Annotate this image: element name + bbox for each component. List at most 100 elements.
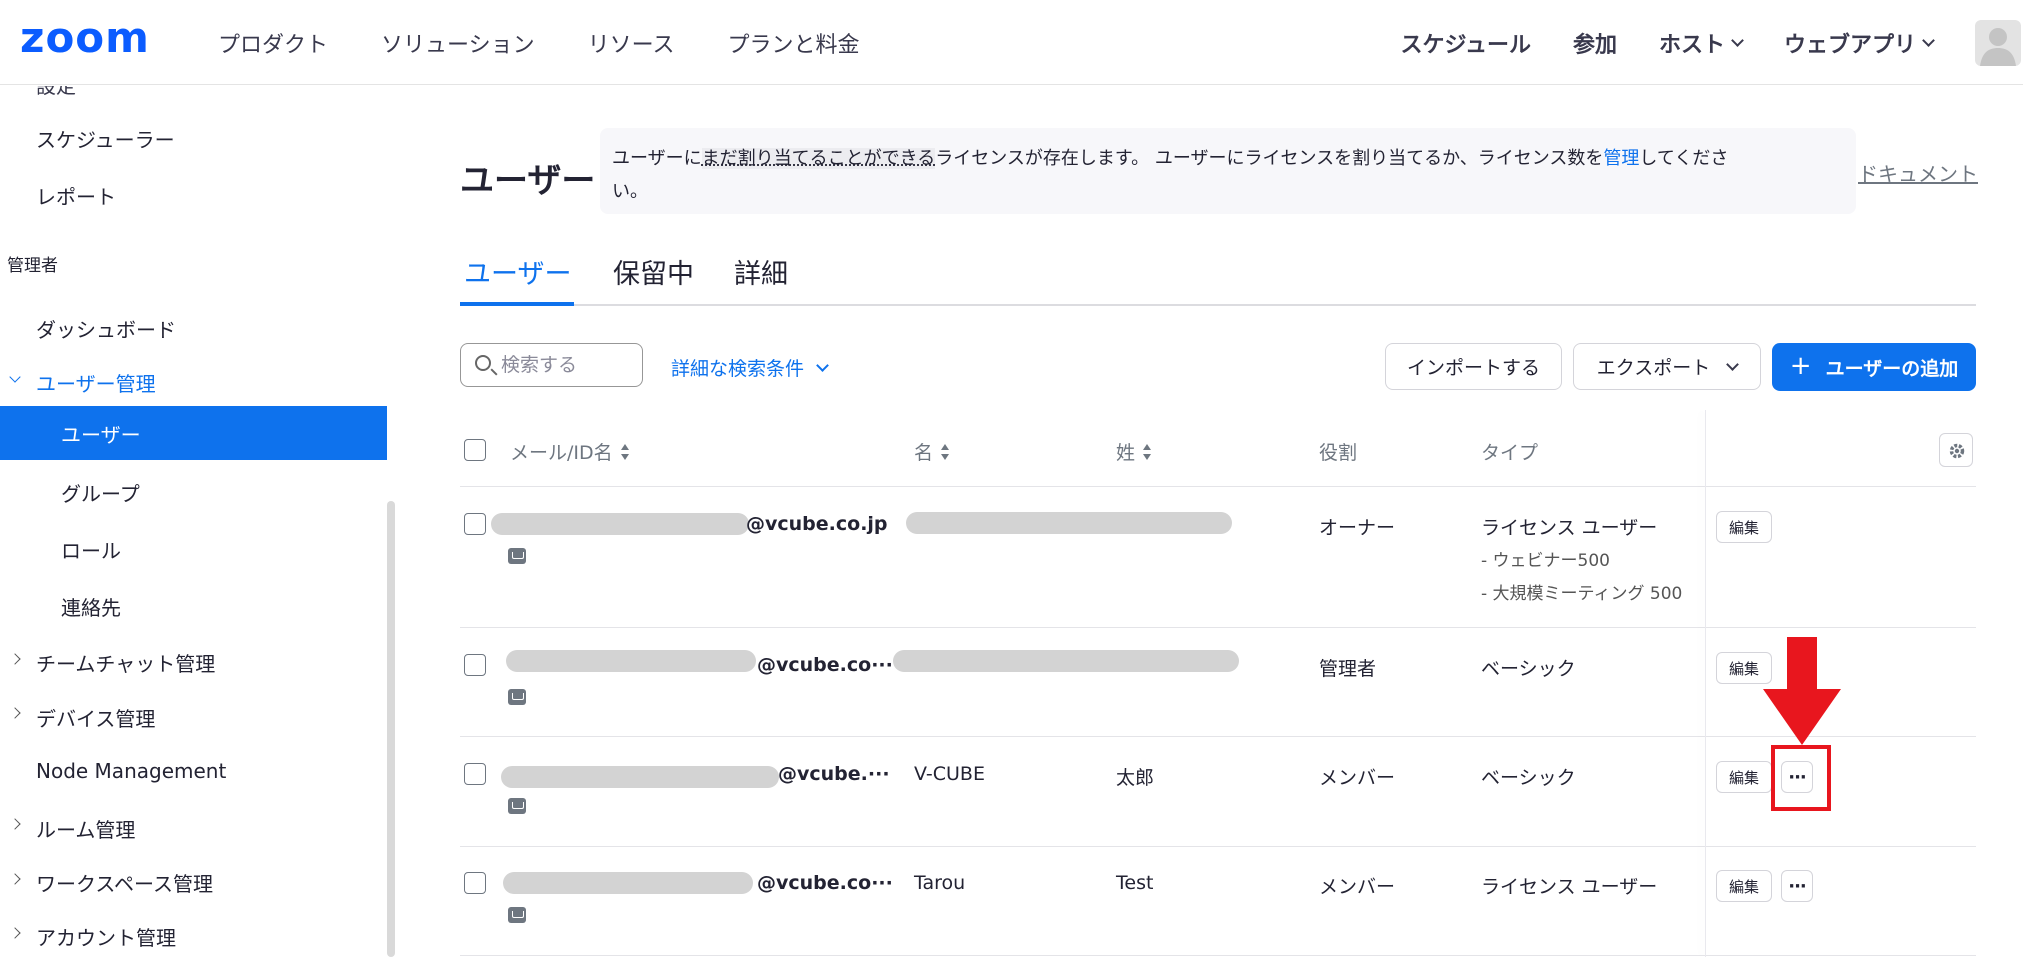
chevron-right-icon xyxy=(9,653,21,665)
chevron-down-icon xyxy=(1726,357,1740,371)
email-cell[interactable]: @vcube.··· xyxy=(778,763,890,785)
chevron-right-icon xyxy=(9,707,21,719)
more-options-button[interactable]: ··· xyxy=(1781,870,1813,902)
sidebar-item-groups[interactable]: グループ xyxy=(61,478,140,507)
sidebar-item-roles[interactable]: ロール xyxy=(61,535,121,564)
sidebar-item-workspaces[interactable]: ワークスペース管理 xyxy=(36,868,213,897)
role-cell: 管理者 xyxy=(1319,658,1377,680)
chevron-down-icon xyxy=(816,358,829,372)
sidebar: 設定 スケジューラー レポート 管理者 ダッシュボード ユーザー管理 ユーザー … xyxy=(0,86,396,957)
page-title: ユーザー xyxy=(460,161,596,201)
chevron-right-icon xyxy=(9,927,21,939)
row-checkbox[interactable] xyxy=(464,513,486,535)
first-name-cell: V-CUBE xyxy=(914,763,985,785)
redacted-email xyxy=(491,513,749,535)
sidebar-item-contacts[interactable]: 連絡先 xyxy=(61,592,121,621)
annotation-arrow-icon xyxy=(1763,637,1841,745)
select-all-checkbox[interactable] xyxy=(464,439,486,461)
sidebar-item-users[interactable]: ユーザー xyxy=(0,406,387,460)
nav-web-app[interactable]: ウェブアプリ xyxy=(1784,27,1935,59)
banner-manage-link[interactable]: 管理 xyxy=(1603,148,1639,169)
column-header-last-name[interactable]: 姓 xyxy=(1116,438,1152,465)
sidebar-item-reports[interactable]: レポート xyxy=(36,181,116,210)
avatar[interactable] xyxy=(1975,19,2021,66)
sidebar-item-team-chat[interactable]: チームチャット管理 xyxy=(36,648,215,677)
mail-icon xyxy=(508,798,526,814)
sidebar-item-dashboard[interactable]: ダッシュボード xyxy=(36,314,176,343)
sidebar-item-user-management[interactable]: ユーザー管理 xyxy=(36,368,156,397)
nav-resources[interactable]: リソース xyxy=(588,27,675,59)
import-button[interactable]: インポートする xyxy=(1385,343,1562,390)
type-cell: ベーシック xyxy=(1481,658,1576,680)
last-name-cell: Test xyxy=(1116,872,1154,894)
row-divider xyxy=(460,627,1976,628)
sidebar-item-scheduler[interactable]: スケジューラー xyxy=(36,124,175,153)
mail-icon xyxy=(508,689,526,705)
zoom-logo[interactable]: zoom xyxy=(20,18,170,60)
chevron-down-icon xyxy=(1731,33,1744,47)
users-table: メール/ID名 名 姓 役割 タイプ @vcube.co.jp オーナー ライセ… xyxy=(460,410,1976,957)
edit-button[interactable]: 編集 xyxy=(1716,761,1772,793)
column-header-email[interactable]: メール/ID名 xyxy=(510,438,629,465)
nav-solutions[interactable]: ソリューション xyxy=(381,27,535,59)
redacted-email xyxy=(506,650,756,672)
user-avatar-icon xyxy=(1980,27,2016,66)
nav-schedule[interactable]: スケジュール xyxy=(1400,27,1530,59)
nav-pricing[interactable]: プランと料金 xyxy=(727,27,859,59)
license-banner: ユーザーにまだ割り当てることができるライセンスが存在します。 ユーザーにライセン… xyxy=(600,128,1856,214)
add-user-button[interactable]: + ユーザーの追加 xyxy=(1772,343,1976,391)
chevron-right-icon xyxy=(9,818,21,830)
sidebar-item-node-management[interactable]: Node Management xyxy=(36,759,226,783)
last-name-cell: 太郎 xyxy=(1116,767,1155,789)
row-divider xyxy=(460,955,1976,956)
row-checkbox[interactable] xyxy=(464,763,486,785)
column-settings-button[interactable] xyxy=(1939,433,1973,467)
email-cell[interactable]: @vcube.co··· xyxy=(757,872,893,894)
role-cell: メンバー xyxy=(1319,876,1396,898)
tab-bar: ユーザー 保留中 詳細 xyxy=(460,240,1976,306)
column-header-first-name[interactable]: 名 xyxy=(914,438,950,465)
first-name-cell: Tarou xyxy=(914,872,966,894)
sort-icon xyxy=(620,443,629,460)
tab-advanced[interactable]: 詳細 xyxy=(734,252,788,291)
tab-users[interactable]: ユーザー xyxy=(464,252,571,291)
role-cell: オーナー xyxy=(1319,517,1396,539)
documentation-link[interactable]: ドキュメント xyxy=(1858,158,1978,187)
row-checkbox[interactable] xyxy=(464,654,486,676)
svg-text:zoom: zoom xyxy=(20,18,150,60)
edit-button[interactable]: 編集 xyxy=(1716,511,1772,543)
row-checkbox[interactable] xyxy=(464,872,486,894)
email-cell[interactable]: @vcube.co.jp xyxy=(746,513,888,535)
sidebar-item-devices[interactable]: デバイス管理 xyxy=(36,703,155,732)
sidebar-scrollbar[interactable] xyxy=(387,501,395,957)
tab-pending[interactable]: 保留中 xyxy=(613,252,694,291)
nav-join[interactable]: 参加 xyxy=(1573,27,1617,59)
type-cell: ベーシック xyxy=(1481,767,1576,789)
plus-icon: + xyxy=(1789,350,1812,381)
sidebar-item-settings[interactable]: 設定 xyxy=(36,86,76,99)
annotation-highlight-box xyxy=(1771,745,1831,811)
edit-button[interactable]: 編集 xyxy=(1716,870,1772,902)
search-input[interactable] xyxy=(501,352,636,378)
nav-products[interactable]: プロダクト xyxy=(218,27,328,59)
chevron-down-icon xyxy=(9,371,21,383)
nav-host[interactable]: ホスト xyxy=(1659,27,1744,59)
export-button[interactable]: エクスポート xyxy=(1573,343,1761,390)
banner-tooltip-text[interactable]: まだ割り当てることができる xyxy=(701,148,936,169)
sidebar-item-account[interactable]: アカウント管理 xyxy=(36,922,176,951)
chevron-right-icon xyxy=(9,873,21,885)
active-tab-indicator xyxy=(460,302,574,306)
sidebar-item-rooms[interactable]: ルーム管理 xyxy=(36,814,135,843)
redacted-email xyxy=(503,872,753,894)
mail-icon xyxy=(508,548,526,564)
row-divider xyxy=(460,846,1976,847)
role-cell: メンバー xyxy=(1319,767,1396,789)
top-navigation: zoom プロダクト ソリューション リソース プランと料金 スケジュール 参加… xyxy=(0,0,2023,85)
sort-icon xyxy=(1143,443,1152,460)
advanced-search-button[interactable]: 詳細な検索条件 xyxy=(671,354,829,381)
type-cell: ライセンス ユーザー xyxy=(1481,876,1658,898)
sticky-column-divider xyxy=(1705,410,1706,957)
mail-icon xyxy=(508,907,526,923)
email-cell[interactable]: @vcube.co··· xyxy=(757,654,893,676)
search-box xyxy=(460,343,643,387)
